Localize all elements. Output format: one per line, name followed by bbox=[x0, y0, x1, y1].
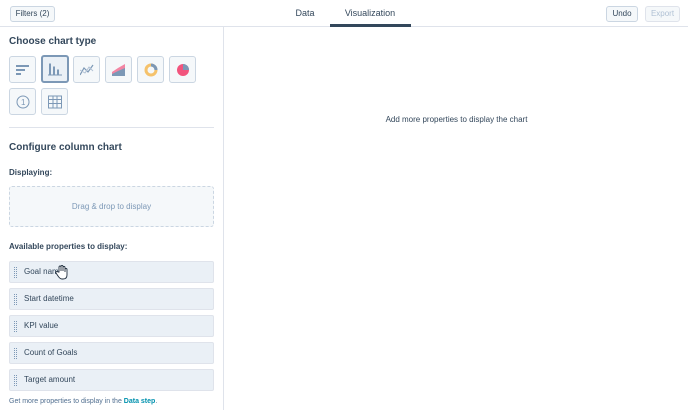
pie-chart-icon bbox=[176, 63, 189, 76]
footnote: Get more properties to display in the Da… bbox=[9, 398, 157, 405]
property-item-start-datetime[interactable]: Start datetime bbox=[9, 288, 214, 310]
chart-canvas: Add more properties to display the chart bbox=[225, 27, 688, 410]
donut-chart-icon bbox=[144, 63, 157, 76]
property-label: Target amount bbox=[24, 375, 76, 384]
chart-type-pie[interactable] bbox=[169, 56, 196, 83]
kpi-icon: 1 bbox=[16, 95, 29, 108]
filters-button[interactable]: Filters (2) bbox=[10, 6, 55, 22]
footnote-end: . bbox=[155, 398, 158, 405]
line-chart-icon bbox=[79, 64, 93, 75]
table-icon bbox=[47, 95, 62, 108]
property-item-goal-name[interactable]: Goal name bbox=[9, 261, 214, 283]
property-label: Start datetime bbox=[24, 294, 74, 303]
data-step-link[interactable]: Data step bbox=[124, 398, 156, 405]
sidebar: Choose chart type 1 Configure column cha… bbox=[0, 27, 224, 410]
configure-chart-title: Configure column chart bbox=[9, 142, 122, 153]
drag-handle-icon[interactable] bbox=[14, 375, 17, 386]
horizontal-bar-chart-icon bbox=[15, 64, 29, 75]
section-divider bbox=[9, 127, 214, 128]
svg-text:1: 1 bbox=[21, 98, 26, 107]
chart-type-horizontal-bar[interactable] bbox=[9, 56, 36, 83]
tab-visualization[interactable]: Visualization bbox=[330, 0, 410, 27]
top-toolbar: Filters (2) Data Visualization Undo Expo… bbox=[0, 0, 688, 27]
choose-chart-type-title: Choose chart type bbox=[9, 36, 97, 47]
column-chart-icon bbox=[48, 63, 62, 76]
available-properties-label: Available properties to display: bbox=[9, 242, 128, 251]
chart-type-kpi[interactable]: 1 bbox=[9, 88, 36, 115]
property-item-target-amount[interactable]: Target amount bbox=[9, 369, 214, 391]
undo-button[interactable]: Undo bbox=[606, 6, 638, 22]
footnote-text: Get more properties to display in the bbox=[9, 398, 122, 405]
chart-type-donut[interactable] bbox=[137, 56, 164, 83]
chart-type-table[interactable] bbox=[41, 88, 68, 115]
tab-data[interactable]: Data bbox=[280, 0, 330, 27]
display-dropzone[interactable]: Drag & drop to display bbox=[9, 186, 214, 227]
property-label: Count of Goals bbox=[24, 348, 78, 357]
area-chart-icon bbox=[111, 63, 125, 76]
property-item-kpi-value[interactable]: KPI value bbox=[9, 315, 214, 337]
chart-type-area[interactable] bbox=[105, 56, 132, 83]
chart-type-line[interactable] bbox=[73, 56, 100, 83]
drag-handle-icon[interactable] bbox=[14, 321, 17, 332]
displaying-label: Displaying: bbox=[9, 168, 53, 177]
hand-cursor-icon bbox=[55, 265, 68, 280]
export-button[interactable]: Export bbox=[645, 6, 680, 22]
property-item-count-of-goals[interactable]: Count of Goals bbox=[9, 342, 214, 364]
drag-handle-icon[interactable] bbox=[14, 348, 17, 359]
property-label: KPI value bbox=[24, 321, 59, 330]
drag-handle-icon[interactable] bbox=[14, 294, 17, 305]
empty-chart-message: Add more properties to display the chart bbox=[385, 115, 528, 124]
drag-handle-icon[interactable] bbox=[14, 267, 17, 278]
chart-type-column[interactable] bbox=[41, 55, 69, 83]
